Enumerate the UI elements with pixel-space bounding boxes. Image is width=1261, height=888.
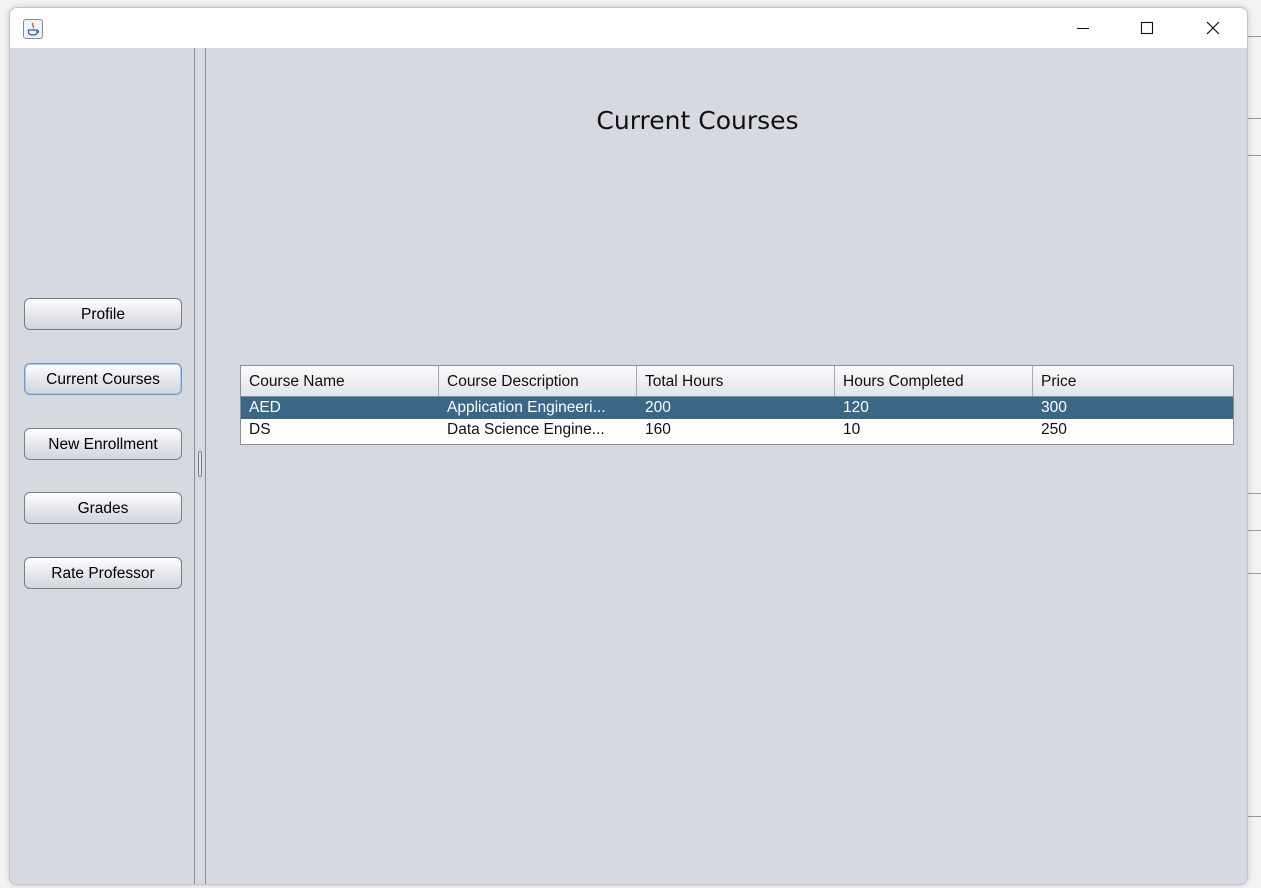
column-header-course-name[interactable]: Course Name	[241, 366, 439, 396]
minimize-icon	[1077, 27, 1089, 30]
table-cell: DS	[249, 421, 271, 438]
table-header: Course Name Course Description Total Hou…	[241, 366, 1233, 397]
minimize-button[interactable]	[1060, 8, 1106, 48]
table-cell: 200	[645, 399, 671, 416]
table-cell: Data Science Engine...	[447, 421, 605, 438]
table-cell: 160	[645, 421, 671, 438]
table-cell: 250	[1041, 421, 1067, 438]
rate-professor-button[interactable]: Rate Professor	[24, 557, 182, 589]
column-header-total-hours[interactable]: Total Hours	[637, 366, 835, 396]
split-pane-divider[interactable]	[194, 48, 206, 884]
new-enrollment-button[interactable]: New Enrollment	[24, 428, 182, 460]
table-cell: AED	[249, 399, 281, 416]
main-content: Current Courses Course Name Course Descr…	[206, 48, 1247, 884]
maximize-icon	[1140, 21, 1154, 35]
desktop-edge	[1248, 530, 1261, 531]
close-button[interactable]	[1190, 8, 1236, 48]
divider-grip-handle[interactable]	[198, 451, 202, 477]
column-header-course-description[interactable]: Course Description	[439, 366, 637, 396]
table-row[interactable]: AED Application Engineeri... 200 120 300	[241, 397, 1233, 419]
title-bar[interactable]	[10, 8, 1247, 48]
sidebar: Profile Current Courses New Enrollment G…	[10, 48, 194, 884]
desktop-edge	[1248, 493, 1261, 494]
desktop-edge	[1248, 816, 1261, 817]
page-title: Current Courses	[596, 106, 799, 135]
courses-table[interactable]: Course Name Course Description Total Hou…	[240, 365, 1234, 445]
desktop-edge	[1248, 36, 1261, 37]
close-icon	[1206, 21, 1220, 35]
column-header-hours-completed[interactable]: Hours Completed	[835, 366, 1033, 396]
table-row[interactable]: DS Data Science Engine... 160 10 250	[241, 419, 1233, 441]
app-window: Profile Current Courses New Enrollment G…	[9, 7, 1248, 885]
desktop-edge	[1248, 573, 1261, 574]
table-cell: Application Engineeri...	[447, 399, 606, 416]
grades-button[interactable]: Grades	[24, 492, 182, 524]
maximize-button[interactable]	[1124, 8, 1170, 48]
java-icon[interactable]	[23, 19, 43, 39]
current-courses-button[interactable]: Current Courses	[24, 363, 182, 395]
table-cell: 120	[843, 399, 869, 416]
column-header-price[interactable]: Price	[1033, 366, 1233, 396]
desktop-edge	[1248, 155, 1261, 156]
profile-button[interactable]: Profile	[24, 298, 182, 330]
table-cell: 10	[843, 421, 861, 438]
desktop-edge	[1248, 118, 1261, 119]
table-cell: 300	[1041, 399, 1067, 416]
